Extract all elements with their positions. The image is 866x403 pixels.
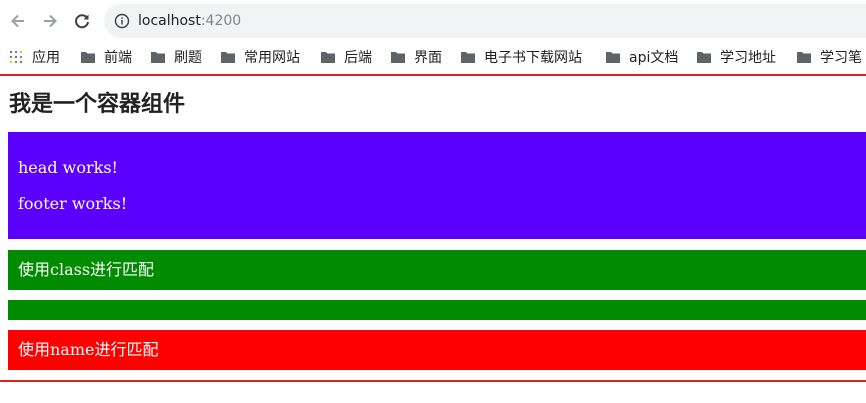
url-text[interactable]: localhost:4200 [138, 12, 241, 30]
bookmark-label: 前端 [104, 50, 132, 66]
bookmark-label: 刷题 [174, 50, 202, 66]
bookmark-label: 后端 [344, 50, 372, 66]
folder-icon [321, 52, 335, 63]
bookmark-label: 学习地址 [720, 50, 776, 66]
empty-green-block [8, 300, 866, 320]
class-match-block: 使用class进行匹配 [8, 250, 866, 290]
container-top-border [0, 74, 866, 76]
bookmark-apps[interactable]: 应用 [10, 46, 60, 68]
folder-icon [391, 52, 405, 63]
folder-icon [797, 52, 811, 63]
footer-text: footer works! [18, 194, 128, 213]
apps-grid-icon [10, 51, 22, 63]
bookmark-folder[interactable]: 常用网站 [220, 46, 300, 68]
folder-icon [461, 52, 475, 63]
reload-icon [75, 14, 89, 29]
container-bottom-border [0, 380, 866, 382]
bookmark-folder[interactable]: 电子书下载网站 [460, 46, 582, 68]
bookmark-folder[interactable]: 学习地址 [696, 46, 776, 68]
bookmark-folder[interactable]: api文档 [605, 46, 678, 68]
folder-icon [221, 52, 235, 63]
bookmark-folder[interactable]: 界面 [390, 46, 442, 68]
bookmark-label: 学习笔 [820, 50, 862, 66]
head-text: head works! [18, 158, 118, 177]
bookmark-label: 界面 [414, 50, 442, 66]
folder-icon [151, 52, 165, 63]
folder-icon [606, 52, 620, 63]
name-match-block: 使用name进行匹配 [8, 330, 866, 370]
bookmark-folder[interactable]: 刷题 [150, 46, 202, 68]
head-footer-block: head works! footer works! [8, 132, 866, 239]
bookmark-folder[interactable]: 前端 [80, 46, 132, 68]
arrow-right-icon [44, 14, 57, 28]
url-host: localhost [138, 13, 201, 29]
arrow-left-icon [11, 14, 24, 28]
reload-button[interactable] [71, 10, 93, 32]
bookmark-label: 常用网站 [244, 50, 300, 66]
class-match-text: 使用class进行匹配 [18, 260, 155, 279]
bookmark-folder[interactable]: 后端 [320, 46, 372, 68]
url-port: :4200 [200, 13, 242, 29]
bookmark-label: 电子书下载网站 [484, 50, 582, 66]
forward-button[interactable] [39, 10, 61, 32]
bookmark-label: api文档 [629, 50, 679, 66]
bookmark-folder[interactable]: 学习笔 [796, 46, 862, 68]
bookmark-label: 应用 [32, 50, 60, 66]
page-title: 我是一个容器组件 [9, 92, 186, 117]
folder-icon [81, 52, 95, 63]
browser-toolbar: localhost:4200 [0, 0, 866, 42]
folder-icon [697, 52, 711, 63]
back-button[interactable] [7, 10, 29, 32]
name-match-text: 使用name进行匹配 [18, 340, 159, 359]
info-icon[interactable] [114, 13, 130, 29]
address-bar[interactable]: localhost:4200 [104, 4, 866, 38]
bookmarks-bar: 应用 前端 刷题 常用网站 后端 界面 电子书下载网站 api文档 学习地址 学… [0, 42, 866, 72]
